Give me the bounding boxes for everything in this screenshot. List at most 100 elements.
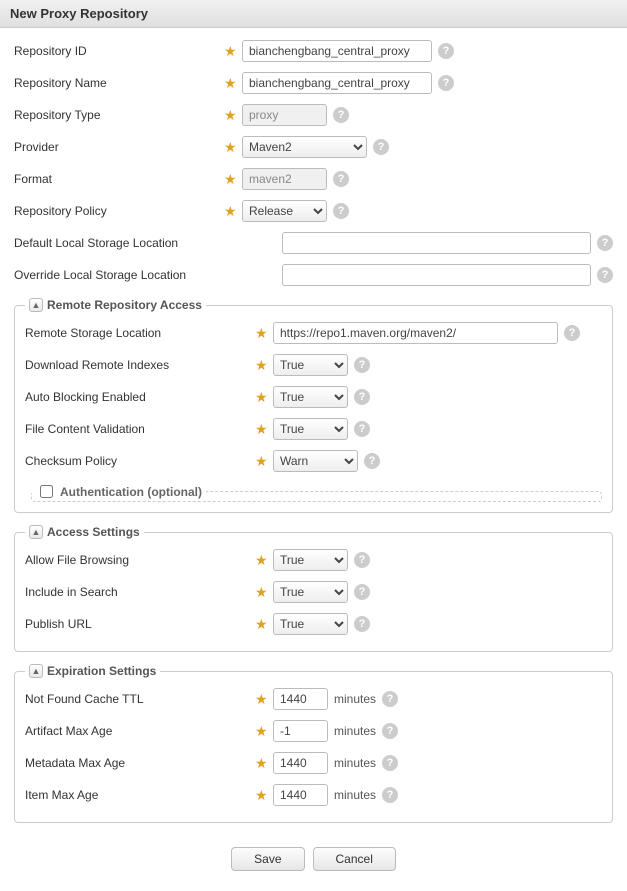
- required-icon: ★: [255, 325, 273, 342]
- select-publish[interactable]: True: [273, 613, 348, 635]
- unit-metadatamax: minutes: [334, 756, 376, 770]
- save-button[interactable]: Save: [231, 847, 304, 871]
- row-default-storage: Default Local Storage Location ?: [14, 232, 613, 254]
- label-checksum: Checksum Policy: [25, 454, 255, 468]
- legend-auth[interactable]: Authentication (optional): [32, 482, 206, 501]
- help-icon[interactable]: ?: [354, 584, 370, 600]
- required-icon: ★: [255, 357, 273, 374]
- row-metadatamax: Metadata Max Age ★ minutes ?: [25, 752, 602, 774]
- label-override-storage: Override Local Storage Location: [14, 268, 282, 282]
- help-icon[interactable]: ?: [438, 75, 454, 91]
- help-icon[interactable]: ?: [354, 389, 370, 405]
- label-format: Format: [14, 172, 224, 186]
- required-icon: ★: [224, 107, 242, 124]
- select-checksum[interactable]: Warn: [273, 450, 358, 472]
- required-icon: ★: [255, 552, 273, 569]
- legend-expiration[interactable]: ▲ Expiration Settings: [25, 664, 160, 678]
- input-metadatamax[interactable]: [273, 752, 328, 774]
- row-notfound: Not Found Cache TTL ★ minutes ?: [25, 688, 602, 710]
- row-itemmax: Item Max Age ★ minutes ?: [25, 784, 602, 806]
- help-icon[interactable]: ?: [382, 723, 398, 739]
- label-repo-id: Repository ID: [14, 44, 224, 58]
- required-icon: ★: [255, 616, 273, 633]
- input-itemmax[interactable]: [273, 784, 328, 806]
- select-browse[interactable]: True: [273, 549, 348, 571]
- help-icon[interactable]: ?: [354, 421, 370, 437]
- required-icon: ★: [224, 171, 242, 188]
- select-provider[interactable]: Maven2: [242, 136, 367, 158]
- help-icon[interactable]: ?: [564, 325, 580, 341]
- help-icon[interactable]: ?: [333, 203, 349, 219]
- legend-access[interactable]: ▲ Access Settings: [25, 525, 144, 539]
- input-repo-type: [242, 104, 327, 126]
- label-publish: Publish URL: [25, 617, 255, 631]
- label-repo-name: Repository Name: [14, 76, 224, 90]
- input-remote-storage[interactable]: [273, 322, 558, 344]
- help-icon[interactable]: ?: [354, 552, 370, 568]
- help-icon[interactable]: ?: [382, 787, 398, 803]
- label-default-storage: Default Local Storage Location: [14, 236, 282, 250]
- legend-remote[interactable]: ▲ Remote Repository Access: [25, 298, 206, 312]
- input-format: [242, 168, 327, 190]
- required-icon: ★: [255, 453, 273, 470]
- row-browse: Allow File Browsing ★ True ?: [25, 549, 602, 571]
- required-icon: ★: [224, 43, 242, 60]
- fieldset-expiration: ▲ Expiration Settings Not Found Cache TT…: [14, 664, 613, 823]
- required-icon: ★: [255, 723, 273, 740]
- row-repo-name: Repository Name ★ ?: [14, 72, 613, 94]
- label-repo-type: Repository Type: [14, 108, 224, 122]
- legend-expiration-label: Expiration Settings: [47, 664, 156, 678]
- help-icon[interactable]: ?: [354, 357, 370, 373]
- help-icon[interactable]: ?: [333, 107, 349, 123]
- help-icon[interactable]: ?: [597, 235, 613, 251]
- checkbox-auth[interactable]: [40, 485, 53, 498]
- row-publish: Publish URL ★ True ?: [25, 613, 602, 635]
- help-icon[interactable]: ?: [438, 43, 454, 59]
- footer-buttons: Save Cancel: [14, 835, 613, 883]
- help-icon[interactable]: ?: [354, 616, 370, 632]
- label-policy: Repository Policy: [14, 204, 224, 218]
- help-icon[interactable]: ?: [382, 755, 398, 771]
- input-repo-id[interactable]: [242, 40, 432, 62]
- fieldset-auth: Authentication (optional): [31, 482, 602, 502]
- label-download-indexes: Download Remote Indexes: [25, 358, 255, 372]
- row-file-validation: File Content Validation ★ True ?: [25, 418, 602, 440]
- cancel-button[interactable]: Cancel: [313, 847, 396, 871]
- legend-remote-label: Remote Repository Access: [47, 298, 202, 312]
- input-repo-name[interactable]: [242, 72, 432, 94]
- required-icon: ★: [255, 389, 273, 406]
- label-file-validation: File Content Validation: [25, 422, 255, 436]
- select-auto-blocking[interactable]: True: [273, 386, 348, 408]
- help-icon[interactable]: ?: [333, 171, 349, 187]
- legend-auth-label: Authentication (optional): [60, 485, 202, 499]
- caret-up-icon: ▲: [29, 525, 43, 539]
- help-icon[interactable]: ?: [364, 453, 380, 469]
- required-icon: ★: [224, 75, 242, 92]
- help-icon[interactable]: ?: [597, 267, 613, 283]
- input-override-storage[interactable]: [282, 264, 591, 286]
- unit-artifactmax: minutes: [334, 724, 376, 738]
- help-icon[interactable]: ?: [373, 139, 389, 155]
- label-provider: Provider: [14, 140, 224, 154]
- required-icon: ★: [255, 755, 273, 772]
- required-icon: ★: [255, 691, 273, 708]
- select-file-validation[interactable]: True: [273, 418, 348, 440]
- legend-access-label: Access Settings: [47, 525, 140, 539]
- select-search[interactable]: True: [273, 581, 348, 603]
- required-icon: ★: [224, 139, 242, 156]
- input-notfound[interactable]: [273, 688, 328, 710]
- row-auto-blocking: Auto Blocking Enabled ★ True ?: [25, 386, 602, 408]
- row-checksum: Checksum Policy ★ Warn ?: [25, 450, 602, 472]
- select-policy[interactable]: Release: [242, 200, 327, 222]
- required-icon: ★: [224, 203, 242, 220]
- input-artifactmax[interactable]: [273, 720, 328, 742]
- caret-up-icon: ▲: [29, 664, 43, 678]
- help-icon[interactable]: ?: [382, 691, 398, 707]
- input-default-storage[interactable]: [282, 232, 591, 254]
- select-download-indexes[interactable]: True: [273, 354, 348, 376]
- row-remote-storage: Remote Storage Location ★ ?: [25, 322, 602, 344]
- label-notfound: Not Found Cache TTL: [25, 692, 255, 706]
- label-remote-storage: Remote Storage Location: [25, 326, 255, 340]
- required-icon: ★: [255, 421, 273, 438]
- panel-body: Repository ID ★ ? Repository Name ★ ? Re…: [0, 28, 627, 891]
